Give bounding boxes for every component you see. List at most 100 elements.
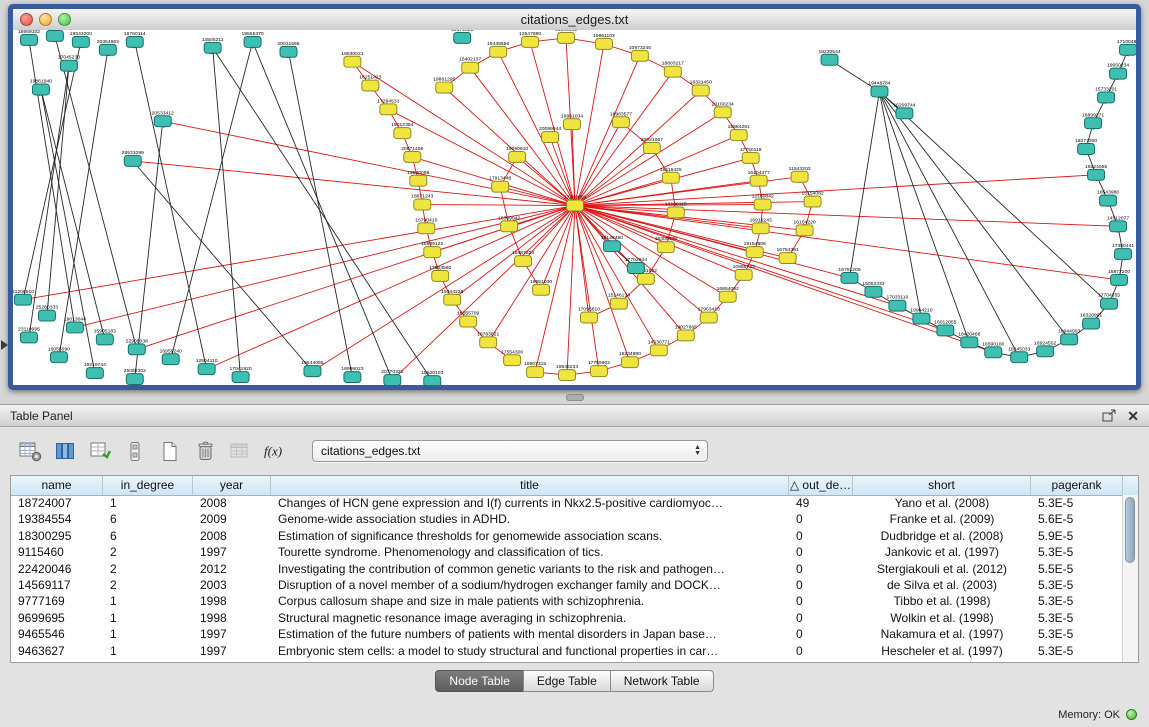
table-cell[interactable]: 5.3E-5 — [1031, 495, 1123, 511]
table-cell[interactable]: 5.5E-5 — [1031, 561, 1123, 577]
scrollbar-thumb[interactable] — [1125, 497, 1135, 563]
graph-node[interactable]: 16644332 — [555, 30, 577, 43]
memory-status-icon[interactable] — [1126, 709, 1137, 720]
tab-network-table[interactable]: Network Table — [610, 670, 714, 692]
graph-edge[interactable] — [575, 112, 723, 205]
graph-node[interactable]: 19861103 — [593, 33, 615, 49]
table-cell[interactable]: Structural magnetic resonance image aver… — [271, 610, 789, 626]
graph-node[interactable]: 18996023 — [341, 366, 363, 382]
network-canvas[interactable]: 1724005918530021162514231728453119012354… — [13, 30, 1136, 385]
table-cell[interactable]: 18300295 — [11, 528, 103, 544]
graph-edge[interactable] — [207, 206, 575, 370]
graph-node[interactable]: 17300441 — [1112, 243, 1134, 259]
graph-node[interactable]: 16405408 — [655, 236, 677, 252]
table-cell[interactable]: Wolkin et al. (1998) — [853, 610, 1031, 626]
graph-node[interactable]: 19448784 — [868, 81, 890, 97]
graph-node[interactable]: 19861940 — [30, 79, 52, 95]
table-cell[interactable]: Yano et al. (2008) — [853, 495, 1031, 511]
graph-node[interactable]: 12106115 — [665, 202, 687, 218]
graph-node[interactable]: 17554300 — [501, 349, 523, 365]
edit-columns-icon[interactable] — [86, 438, 114, 464]
graph-node[interactable]: 16959102 — [18, 30, 40, 45]
graph-node[interactable]: 10944003 — [1058, 328, 1080, 344]
table-cell[interactable]: 0 — [789, 511, 853, 527]
graph-node[interactable]: 19565370 — [241, 31, 263, 47]
graph-node[interactable]: 20021067 — [641, 137, 663, 153]
graph-edge[interactable] — [567, 206, 575, 376]
table-cell[interactable]: 1998 — [193, 610, 271, 626]
close-panel-icon[interactable]: ✕ — [1127, 409, 1139, 423]
graph-node[interactable]: 14505211 — [202, 37, 224, 53]
table-cell[interactable]: 1 — [103, 626, 193, 642]
graph-node[interactable]: 20031566 — [277, 41, 299, 57]
table-cell[interactable]: de Silva et al. (2003) — [853, 577, 1031, 593]
graph-node[interactable]: 18439556 — [487, 41, 509, 57]
table-cell[interactable]: Investigating the contribution of common… — [271, 561, 789, 577]
table-cell[interactable]: 5.3E-5 — [1031, 610, 1123, 626]
graph-node[interactable]: 16309042 — [498, 215, 520, 231]
graph-node[interactable]: 16543980 — [1097, 190, 1119, 206]
graph-node[interactable]: 19543200 — [70, 31, 92, 47]
graph-edge[interactable] — [575, 175, 1096, 206]
table-cell[interactable]: 5.3E-5 — [1031, 544, 1123, 560]
graph-node[interactable]: 18230544 — [818, 49, 840, 65]
table-cell[interactable]: 0 — [789, 626, 853, 642]
table-cell[interactable]: 1 — [103, 495, 193, 511]
graph-node[interactable]: 16754391 — [777, 247, 799, 263]
graph-node[interactable]: 12160842 — [752, 194, 774, 210]
graph-node[interactable]: 19651030 — [530, 279, 552, 295]
graph-edge[interactable] — [879, 91, 1069, 339]
table-cell[interactable]: 14569117 — [11, 577, 103, 593]
graph-node[interactable]: 17041920 — [230, 366, 252, 382]
graph-node[interactable]: 25056302 — [124, 368, 146, 384]
table-cell[interactable]: 9699695 — [11, 610, 103, 626]
column-header-title[interactable]: title — [271, 476, 789, 495]
table-cell[interactable]: Estimation of significance thresholds fo… — [271, 528, 789, 544]
table-cell[interactable]: 0 — [789, 577, 853, 593]
table-cell[interactable]: Corpus callosum shape and size in male p… — [271, 593, 789, 609]
graph-node[interactable]: 17045233 — [58, 55, 80, 71]
table-cell[interactable]: Genome-wide association studies in ADHD. — [271, 511, 789, 527]
graph-node[interactable]: 18207209 — [44, 30, 66, 41]
table-cell[interactable]: 1 — [103, 610, 193, 626]
close-window-button[interactable] — [20, 13, 33, 26]
table-cell[interactable]: 2 — [103, 561, 193, 577]
graph-node[interactable]: 18277300 — [1075, 138, 1097, 154]
graph-node[interactable]: 20099944 — [539, 126, 561, 142]
graph-node[interactable]: 19961034 — [561, 113, 583, 129]
graph-node[interactable]: 18530021 — [341, 51, 363, 67]
graph-node[interactable]: 16924502 — [1034, 340, 1056, 356]
table-cell[interactable]: 0 — [789, 561, 853, 577]
graph-node[interactable]: 15584291 — [728, 124, 750, 140]
graph-edge[interactable] — [575, 206, 599, 372]
graph-node[interactable]: 16320991 — [1080, 313, 1102, 329]
graph-edge[interactable] — [850, 91, 880, 277]
table-cell[interactable]: 5.6E-5 — [1031, 511, 1123, 527]
table-cell[interactable]: 5.3E-5 — [1031, 577, 1123, 593]
column-header-pagerank[interactable]: pagerank — [1031, 476, 1123, 495]
graph-node[interactable]: 17913448 — [489, 176, 511, 192]
graph-node[interactable]: 17755902 — [588, 360, 610, 376]
graph-node[interactable]: 16907315 — [524, 361, 546, 377]
graph-node[interactable]: 16164220 — [793, 219, 815, 235]
graph-node[interactable]: 18090910 — [506, 146, 528, 162]
graph-edge[interactable] — [133, 161, 313, 371]
column-header-in-degree[interactable]: in_degree — [103, 476, 193, 495]
table-row[interactable]: 1872400712008Changes of HCN gene express… — [11, 495, 1123, 511]
table-row[interactable]: 911546021997Tourette syndrome. Phenomeno… — [11, 544, 1123, 560]
tab-edge-table[interactable]: Edge Table — [523, 670, 611, 692]
table-row[interactable]: 2242004622012Investigating the contribut… — [11, 561, 1123, 577]
table-row[interactable]: 946362711997Embryonic stem cells: a mode… — [11, 643, 1123, 659]
graph-node[interactable]: 17095610 — [578, 307, 600, 323]
table-cell[interactable]: 6 — [103, 511, 193, 527]
table-cell[interactable]: 2008 — [193, 495, 271, 511]
graph-node[interactable]: 22905038 — [126, 338, 148, 354]
table-cell[interactable]: 2 — [103, 577, 193, 593]
graph-node[interactable]: 15487223 — [512, 250, 534, 266]
table-select-dropdown[interactable]: citations_edges.txt ▲▼ — [312, 440, 708, 462]
graph-edge[interactable] — [470, 68, 575, 206]
graph-node[interactable]: 17240059 — [564, 195, 586, 211]
table-mode-icon[interactable] — [16, 438, 44, 464]
table-cell[interactable]: 1997 — [193, 626, 271, 642]
function-builder-icon[interactable]: f(x) — [261, 438, 289, 464]
